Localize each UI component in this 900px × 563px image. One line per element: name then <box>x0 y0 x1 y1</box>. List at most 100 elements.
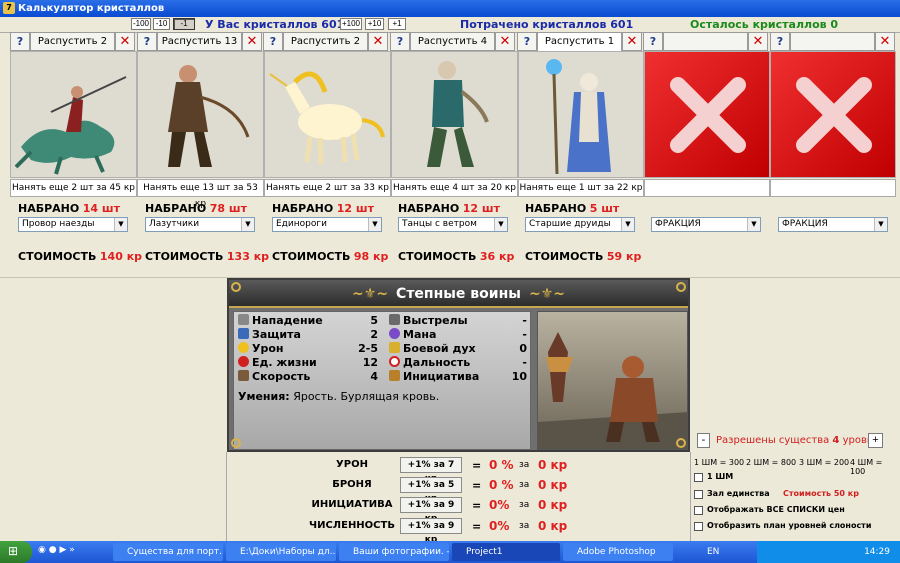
empty-slot-x-icon <box>670 77 746 153</box>
slot-5-help-button[interactable]: ? <box>517 32 537 51</box>
slot-5-portrait[interactable] <box>518 51 644 178</box>
slot-2-hire-button[interactable]: Нанять еще 13 шт за 53 кр <box>137 179 264 209</box>
slot-1-portrait[interactable] <box>10 51 137 178</box>
slot-7-dismiss-button[interactable] <box>790 32 875 51</box>
taskbar-item-4[interactable]: Project1 <box>452 543 560 561</box>
equals-sign: = <box>472 520 482 533</box>
plus-10-button[interactable]: +10 <box>365 18 384 30</box>
slot-1-unit-select[interactable]: Провор наезды ▼ <box>18 217 128 232</box>
plus-100-button[interactable]: +100 <box>340 18 362 30</box>
slot-2-unit-select[interactable]: Лазутчики ▼ <box>145 217 255 232</box>
slot-1-delete-icon[interactable]: ✕ <box>115 32 135 51</box>
corner-ornament-icon <box>676 438 686 448</box>
crystals-left-label: Осталось кристаллов 0 <box>690 18 839 31</box>
creature-title-bar: ~⚜~ Степные воины ~⚜~ <box>229 280 688 308</box>
slot-1-dismiss-button[interactable]: Распустить 2 шт <box>30 32 115 64</box>
slot-3-delete-icon[interactable]: ✕ <box>368 32 388 51</box>
option-level-plan-checkbox[interactable] <box>694 522 703 531</box>
crystals-have-label: У Вас кристаллов 601 <box>205 18 345 31</box>
slot-3-hire-button[interactable]: Нанять еще 2 шт за 33 кр <box>264 179 391 197</box>
upgrade-count-button[interactable]: +1% за 9 кр <box>400 518 462 545</box>
slot-6-empty-portrait[interactable] <box>644 51 770 178</box>
upgrade-label: БРОНЯ <box>332 479 372 490</box>
window-title: Калькулятор кристаллов <box>18 3 165 14</box>
start-button[interactable]: ⊞ <box>0 541 32 563</box>
ie-icon[interactable]: ◉ <box>38 545 46 555</box>
slot-7-help-button[interactable]: ? <box>770 32 790 51</box>
slot-4-unit-select[interactable]: Танцы с ветром ▼ <box>398 217 508 232</box>
stat-label: Ед. жизни <box>252 356 317 369</box>
minus-10-button[interactable]: -10 <box>153 18 170 30</box>
slot-6-help-button[interactable]: ? <box>643 32 663 51</box>
stat-value: 4 <box>370 370 378 383</box>
slot-5-hire-button[interactable]: Нанять еще 1 шт за 22 кр <box>518 179 644 197</box>
hourglass-icon <box>389 370 400 381</box>
language-indicator[interactable]: EN <box>707 547 719 557</box>
upgrade-cost: 0 кр <box>538 478 568 492</box>
taskbar-item-3[interactable]: Ваши фотографии. -... <box>339 543 449 561</box>
stat-attack: Нападение 5 <box>238 314 378 327</box>
select-value: Танцы с ветром <box>402 219 477 229</box>
slot-4-portrait[interactable] <box>391 51 518 178</box>
slot-1-hire-button[interactable]: Нанять еще 2 шт за 45 кр <box>10 179 137 197</box>
option-unity-hall-checkbox[interactable] <box>694 490 703 499</box>
clock: 14:29 <box>864 547 890 557</box>
slot-2-portrait[interactable] <box>137 51 264 178</box>
taskbar-item-2[interactable]: E:\Доки\Наборы дл... <box>226 543 336 561</box>
slot-4-help-button[interactable]: ? <box>390 32 410 51</box>
slot-7-empty-portrait[interactable] <box>770 51 896 178</box>
slot-3-dismiss-button[interactable]: Распустить 2 шт <box>283 32 368 64</box>
windows-logo-icon: ⊞ <box>8 544 19 558</box>
allowed-text: Разрешены существа <box>716 435 830 446</box>
slot-7-delete-icon[interactable]: ✕ <box>875 32 895 51</box>
option-1shm-checkbox[interactable] <box>694 473 703 482</box>
upgrade-percent: 0% <box>489 498 510 512</box>
select-value: ФРАКЦИЯ <box>782 219 828 229</box>
slot-4-hire-button[interactable]: Нанять еще 4 шт за 20 кр <box>391 179 518 197</box>
shield-icon <box>238 328 249 339</box>
window-titlebar: 7 Калькулятор кристаллов <box>0 0 900 17</box>
slot-3-help-button[interactable]: ? <box>263 32 283 51</box>
slot-2-dismiss-button[interactable]: Распустить 13 шт <box>157 32 242 64</box>
slot-7-faction-select[interactable]: ФРАКЦИЯ ▼ <box>778 217 888 232</box>
stat-label: Боевой дух <box>403 342 476 355</box>
firefox-icon[interactable]: ● <box>49 545 57 555</box>
slot-1-help-button[interactable]: ? <box>10 32 30 51</box>
slot-3-unit-select[interactable]: Единороги ▼ <box>272 217 382 232</box>
slot-6-delete-icon[interactable]: ✕ <box>748 32 768 51</box>
upgrade-initiative-button[interactable]: +1% за 9 кр <box>400 497 462 524</box>
rate-2: 2 ШМ = 800 <box>746 458 797 467</box>
slot-5-unit-select[interactable]: Старшие друиды ▼ <box>525 217 635 232</box>
taskbar-item-5[interactable]: Adobe Photoshop <box>563 543 673 561</box>
chevron-down-icon: ▼ <box>621 218 634 231</box>
minus-1-button[interactable]: -1 <box>173 18 195 30</box>
cost-value: 140 кр <box>99 250 143 263</box>
minus-100-button[interactable]: -100 <box>131 18 151 30</box>
option-all-lists-checkbox[interactable] <box>694 506 703 515</box>
slot-4-delete-icon[interactable]: ✕ <box>495 32 515 51</box>
unity-hall-cost: Стоимость 50 кр <box>783 489 859 498</box>
cost-label: СТОИМОСТЬ <box>145 250 224 263</box>
slot-5-delete-icon[interactable]: ✕ <box>622 32 642 51</box>
slot-3-portrait[interactable] <box>264 51 391 178</box>
expand-icon[interactable]: » <box>69 545 75 555</box>
level-plus-button[interactable]: + <box>868 433 883 448</box>
upgrade-damage-button[interactable]: +1% за 7 кр <box>400 457 462 484</box>
select-value: ФРАКЦИЯ <box>655 219 701 229</box>
upgrade-label: ИНИЦИАТИВА <box>311 499 393 510</box>
taskbar-item-1[interactable]: Существа для порт... <box>113 543 223 561</box>
slot-6-faction-select[interactable]: ФРАКЦИЯ ▼ <box>651 217 761 232</box>
slot-6-hire-button[interactable] <box>644 179 770 197</box>
plus-1-button[interactable]: +1 <box>388 18 406 30</box>
stat-value: 2 <box>370 328 378 341</box>
level-minus-button[interactable]: - <box>697 433 710 448</box>
slot-7-hire-button[interactable] <box>770 179 896 197</box>
recruited-label: НАБРАНО <box>525 202 587 215</box>
upgrade-armor-button[interactable]: +1% за 5 кр <box>400 477 462 504</box>
slot-4-dismiss-button[interactable]: Распустить 4 шт <box>410 32 495 64</box>
media-icon[interactable]: ▶ <box>59 545 66 555</box>
slot-2-help-button[interactable]: ? <box>137 32 157 51</box>
slot-5-dismiss-button[interactable]: Распустить 1 шт <box>537 32 622 64</box>
slot-2-delete-icon[interactable]: ✕ <box>242 32 262 51</box>
slot-6-dismiss-button[interactable] <box>663 32 748 51</box>
